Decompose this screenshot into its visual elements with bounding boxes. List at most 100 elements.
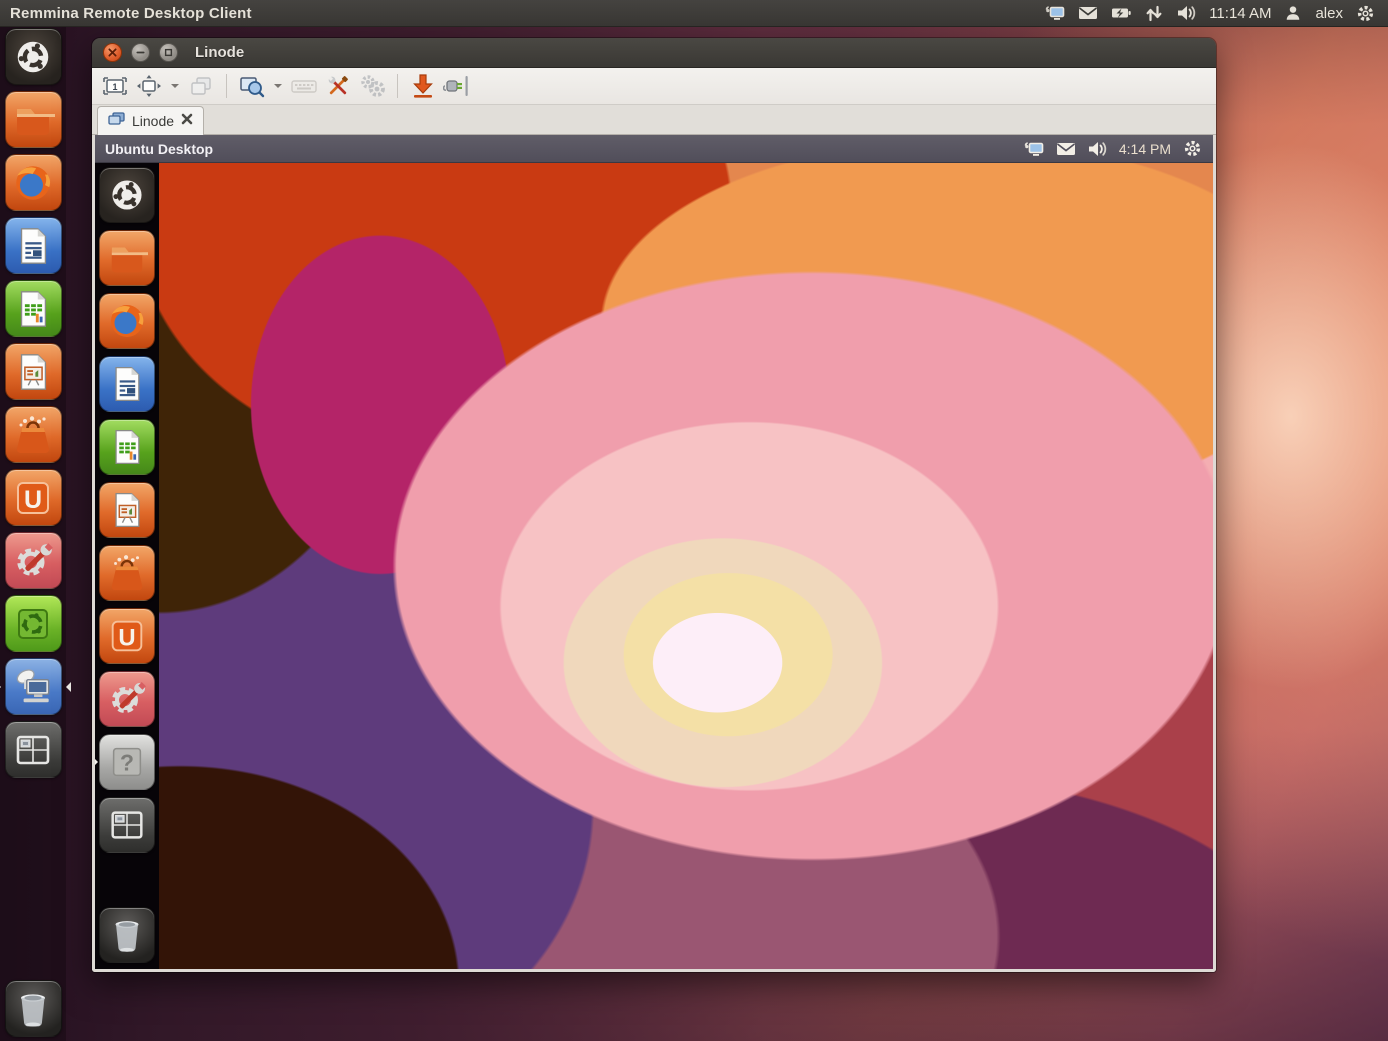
workspace-grid-icon bbox=[11, 728, 55, 772]
remote-launcher-item-libreoffice-calc[interactable] bbox=[99, 419, 155, 475]
launcher-item-trash[interactable] bbox=[5, 980, 62, 1037]
svg-text:U: U bbox=[24, 486, 42, 514]
trash-icon bbox=[106, 914, 148, 956]
toggle-scaled-mode-button[interactable] bbox=[237, 72, 267, 100]
remote-launcher-item-firefox[interactable] bbox=[99, 293, 155, 349]
launcher-item-libreoffice-impress[interactable] bbox=[5, 343, 62, 400]
battery-icon[interactable] bbox=[1110, 3, 1132, 23]
fit-window-dropdown[interactable] bbox=[168, 72, 182, 100]
workspace-grid-icon bbox=[106, 804, 148, 846]
launcher-item-libreoffice-calc[interactable] bbox=[5, 280, 62, 337]
remote-session-viewport[interactable]: Ubuntu Desktop 4:14 PM bbox=[92, 135, 1216, 972]
ubuntu-logo-icon bbox=[107, 175, 147, 215]
window-minimize-button[interactable] bbox=[131, 43, 150, 62]
remote-launcher-item-ubuntu-software-center[interactable] bbox=[99, 545, 155, 601]
active-app-title: Remmina Remote Desktop Client bbox=[0, 5, 252, 22]
host-clock[interactable]: 11:14 AM bbox=[1209, 5, 1271, 22]
launcher-item-workspace-switcher[interactable] bbox=[5, 721, 62, 778]
toggle-fullscreen-button[interactable]: 1 bbox=[100, 72, 130, 100]
remote-launcher-item-libreoffice-impress[interactable] bbox=[99, 482, 155, 538]
minimize-to-tray-button[interactable] bbox=[408, 72, 438, 100]
firefox-icon bbox=[10, 160, 56, 206]
remmina-window: Linode 1 Linode Ubuntu Desktop bbox=[92, 38, 1216, 972]
tools-button[interactable] bbox=[357, 72, 387, 100]
remmina-icon bbox=[10, 664, 56, 710]
preferences-button[interactable] bbox=[323, 72, 353, 100]
remote-launcher-item-ubuntu-one[interactable]: U bbox=[99, 608, 155, 664]
window-title: Linode bbox=[195, 44, 244, 61]
toolbar-separator bbox=[397, 74, 398, 98]
launcher-item-dash-home[interactable] bbox=[5, 28, 62, 85]
ubuntu-one-icon: U bbox=[106, 615, 148, 657]
ubuntu-one-icon: U bbox=[11, 476, 55, 520]
remote-launcher-item-unknown-window[interactable]: ? bbox=[99, 734, 155, 790]
unknown-app-icon: ? bbox=[106, 741, 148, 783]
remote-launcher-item-home-folder[interactable] bbox=[99, 230, 155, 286]
window-titlebar[interactable]: Linode bbox=[92, 38, 1216, 68]
remote-desktop-wallpaper[interactable] bbox=[159, 163, 1213, 969]
disconnect-button[interactable] bbox=[442, 72, 472, 100]
remmina-toolbar: 1 bbox=[92, 68, 1216, 105]
svg-text:1: 1 bbox=[112, 82, 117, 92]
host-top-panel: Remmina Remote Desktop Client 11:14 AM a… bbox=[0, 0, 1388, 27]
user-icon[interactable] bbox=[1282, 3, 1304, 23]
trash-icon bbox=[11, 987, 55, 1031]
green-ubuntu-icon bbox=[11, 602, 55, 646]
launcher-item-libreoffice-writer[interactable] bbox=[5, 217, 62, 274]
sync-arrows-icon[interactable] bbox=[1143, 3, 1165, 23]
launcher-item-firefox[interactable] bbox=[5, 154, 62, 211]
volume-icon[interactable] bbox=[1176, 3, 1198, 23]
remote-launcher-item-dash-home[interactable] bbox=[99, 167, 155, 223]
host-indicator-tray: 11:14 AM alex bbox=[1044, 3, 1388, 23]
window-close-button[interactable] bbox=[103, 43, 122, 62]
mail-icon[interactable] bbox=[1055, 139, 1077, 159]
launcher-item-home-folder[interactable] bbox=[5, 91, 62, 148]
remote-session-icon[interactable] bbox=[1044, 3, 1066, 23]
remote-desktop-body[interactable]: U ? bbox=[95, 163, 1213, 969]
calc-spreadsheet-icon bbox=[107, 427, 147, 467]
remote-launcher-item-system-settings[interactable] bbox=[99, 671, 155, 727]
remote-clock[interactable]: 4:14 PM bbox=[1119, 141, 1171, 157]
username-label[interactable]: alex bbox=[1315, 5, 1343, 22]
gear-wrench-icon bbox=[105, 677, 149, 721]
chevron-down-icon bbox=[171, 84, 179, 92]
running-indicator-arrow bbox=[0, 682, 6, 692]
svg-text:U: U bbox=[118, 625, 135, 652]
switch-tabs-button[interactable] bbox=[186, 72, 216, 100]
calc-spreadsheet-icon bbox=[12, 288, 54, 330]
ubuntu-logo-icon bbox=[12, 36, 54, 78]
connection-tabbar: Linode bbox=[92, 105, 1216, 135]
running-indicator-arrow bbox=[93, 757, 103, 767]
tab-label: Linode bbox=[132, 113, 174, 129]
window-maximize-button[interactable] bbox=[159, 43, 178, 62]
firefox-icon bbox=[105, 299, 149, 343]
tab-linode[interactable]: Linode bbox=[97, 106, 204, 135]
launcher-item-ubuntu-software[interactable] bbox=[5, 595, 62, 652]
shopping-bag-icon bbox=[106, 552, 148, 594]
remote-window-icon bbox=[108, 112, 125, 131]
session-gear-icon[interactable] bbox=[1181, 139, 1203, 159]
remote-launcher-item-trash[interactable] bbox=[99, 907, 155, 963]
mail-icon[interactable] bbox=[1077, 3, 1099, 23]
remote-launcher-item-workspace-switcher[interactable] bbox=[99, 797, 155, 853]
launcher-item-remmina[interactable] bbox=[5, 658, 62, 715]
launcher-item-ubuntu-one[interactable]: U bbox=[5, 469, 62, 526]
chevron-down-icon bbox=[274, 84, 282, 92]
session-gear-icon[interactable] bbox=[1354, 3, 1376, 23]
tab-close-icon[interactable] bbox=[181, 112, 193, 130]
impress-presentation-icon bbox=[107, 490, 147, 530]
launcher-item-ubuntu-software-center[interactable] bbox=[5, 406, 62, 463]
remote-session-icon[interactable] bbox=[1023, 139, 1045, 159]
remote-appmenu-label[interactable]: Ubuntu Desktop bbox=[95, 141, 213, 157]
remote-indicator-tray: 4:14 PM bbox=[1023, 139, 1213, 159]
shopping-bag-icon bbox=[11, 413, 55, 457]
impress-presentation-icon bbox=[12, 351, 54, 393]
toolbar-separator bbox=[226, 74, 227, 98]
volume-icon[interactable] bbox=[1087, 139, 1109, 159]
grab-keyboard-button[interactable] bbox=[289, 72, 319, 100]
remote-unity-launcher: U ? bbox=[95, 163, 159, 969]
fit-window-button[interactable] bbox=[134, 72, 164, 100]
launcher-item-system-settings[interactable] bbox=[5, 532, 62, 589]
remote-launcher-item-libreoffice-writer[interactable] bbox=[99, 356, 155, 412]
scaled-mode-dropdown[interactable] bbox=[271, 72, 285, 100]
